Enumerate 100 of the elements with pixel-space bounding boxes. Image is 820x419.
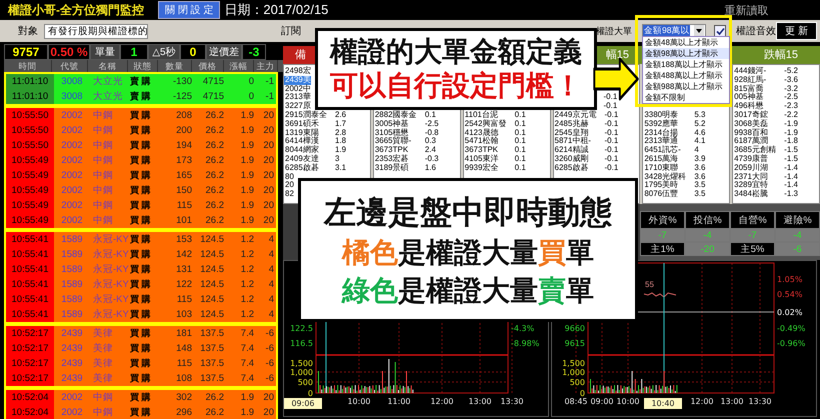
stock-list-item[interactable]: 3685元創精 -1.5 bbox=[733, 146, 798, 155]
stock-list-item[interactable]: 2882國泰金 0.1 bbox=[374, 111, 436, 120]
stock-list-item[interactable]: 1101台泥 0.1 bbox=[464, 111, 526, 120]
stock-list-item[interactable]: 496科懋 -2.3 bbox=[733, 102, 798, 111]
stock-list-item[interactable]: 8044網家 1.9 bbox=[284, 146, 346, 155]
change-cell-text: 1.9 bbox=[240, 184, 255, 198]
stock-list-item[interactable]: 3691碩禾 1.7 bbox=[284, 120, 346, 129]
order-row[interactable]: 10:52:17 2439 美律 買 購 108 137.5 7.4 -6 bbox=[6, 371, 276, 386]
order-row[interactable]: 10:55:41 1589 永冠-KY買 購 122 124.5 1.2 4 bbox=[6, 277, 276, 292]
stock-list-item[interactable]: 6187萬潤 -1.8 bbox=[733, 137, 798, 146]
amount-option[interactable]: 金額488萬以上才顯示 bbox=[643, 70, 729, 81]
order-row[interactable]: 10:55:41 1589 永冠-KY買 購 153 124.5 1.2 4 bbox=[6, 232, 276, 247]
stock-list-item[interactable]: 9939宏全 0.1 bbox=[464, 164, 526, 173]
order-row[interactable]: 10:55:41 1589 永冠-KY買 購 131 124.5 1.2 4 bbox=[6, 262, 276, 277]
stock-list-item[interactable]: 3380明泰 5.3 bbox=[643, 111, 706, 120]
order-row[interactable]: 10:52:17 2439 美律 買 購 115 137.5 7.4 -6 bbox=[6, 356, 276, 371]
target-select[interactable]: 有發行股期與權證標的 bbox=[44, 24, 148, 38]
amount-option[interactable]: 金額不限制 bbox=[643, 92, 729, 103]
stock-list-item[interactable]: 5392應華 5.2 bbox=[643, 120, 706, 129]
stock-list-item[interactable]: 2314台揚 4.6 bbox=[643, 128, 706, 138]
reload-label[interactable]: 重新讀取 bbox=[724, 2, 768, 18]
stock-list-item[interactable]: 6451訊芯- 4 bbox=[643, 146, 699, 155]
stock-list-item[interactable]: 5871中租- -0.1 bbox=[554, 137, 618, 146]
update-button[interactable]: 更 新 bbox=[776, 22, 817, 40]
stock-list-item[interactable]: 2545皇翔 -0.1 bbox=[554, 128, 618, 138]
volume-cell-text: 131 bbox=[175, 263, 193, 277]
order-row[interactable]: 10:55:49 2002 中鋼 買 購 165 26.2 1.9 20 bbox=[6, 168, 276, 183]
amount-option[interactable]: 金額98萬以上才顯示 bbox=[643, 48, 729, 59]
price-cell-text: 137.5 bbox=[199, 357, 225, 371]
sound-checkbox[interactable] bbox=[714, 25, 726, 37]
stock-list-item[interactable]: 2542興富發 0.1 bbox=[464, 120, 526, 129]
stock-list-item[interactable]: 5471松翰 0.1 bbox=[464, 137, 526, 146]
order-row[interactable]: 11:01:10 3008 大立光 賣 購 -130 4715 0 -1 bbox=[6, 74, 276, 89]
order-row[interactable]: 10:55:41 1589 永冠-KY買 購 103 124.5 1.2 4 bbox=[6, 307, 276, 322]
order-row[interactable]: 10:55:50 2002 中鋼 買 購 200 26.2 1.9 20 bbox=[6, 123, 276, 138]
stock-list-item[interactable]: 1795美時 3.5 bbox=[643, 181, 706, 190]
stock-list-item[interactable]: 3260威剛 -0.1 bbox=[554, 154, 618, 164]
order-row[interactable]: 10:52:17 2439 美律 買 購 148 137.5 7.4 -6 bbox=[6, 341, 276, 356]
stock-list-item[interactable]: 2485兆赫 -0.1 bbox=[554, 120, 618, 129]
stock-list-item[interactable]: 2615萬海 3.9 bbox=[643, 154, 706, 164]
stock-list-item[interactable]: 2313華通 4.1 bbox=[643, 137, 706, 146]
order-row[interactable]: 10:52:04 2002 中鋼 買 購 302 26.2 1.9 20 bbox=[6, 390, 276, 405]
stock-list-item[interactable]: 928紅馬- -3.6 bbox=[733, 76, 798, 85]
stock-list-item[interactable]: 80 bbox=[284, 172, 294, 182]
stock-list-item[interactable]: 2409友達 3 bbox=[284, 154, 340, 164]
main-cell-text: 4 bbox=[268, 233, 275, 247]
stock-list-item[interactable]: 9938百和 -1.9 bbox=[733, 128, 798, 138]
stock-list-item[interactable]: 2449京元電 -0.1 bbox=[554, 110, 618, 120]
amount-option[interactable]: 金額988萬以上才顯示 bbox=[643, 81, 729, 92]
stock-list-item[interactable]: 815富喬 -3.2 bbox=[733, 84, 798, 94]
stock-list-item[interactable]: 3105穩懋 -0.8 bbox=[374, 128, 439, 138]
stock-list-item[interactable]: 444錢河- -5.2 bbox=[733, 67, 798, 76]
stock-list-item[interactable]: 3189景碩 1.6 bbox=[374, 164, 436, 173]
stock-list-item[interactable]: 2059川湖 -1.4 bbox=[733, 164, 798, 173]
order-row[interactable]: 10:55:50 2002 中鋼 買 購 194 26.2 1.9 20 bbox=[6, 138, 276, 153]
stock-list-item[interactable]: 82 bbox=[284, 190, 294, 199]
order-row[interactable]: 10:52:04 2002 中鋼 買 購 296 26.2 1.9 20 bbox=[6, 405, 276, 419]
order-row[interactable]: 10:52:17 2439 美律 買 購 181 137.5 7.4 -6 bbox=[6, 326, 276, 341]
stock-list-item[interactable]: 6285啟碁 3.1 bbox=[284, 164, 346, 173]
stock-list-item[interactable]: 1710東聯 3.6 bbox=[643, 164, 706, 173]
stock-list-item[interactable]: 2439美 bbox=[284, 76, 311, 85]
amount-option[interactable]: 金額48萬以上才顯示 bbox=[643, 37, 729, 48]
stock-list-item[interactable]: -0.1 bbox=[602, 102, 618, 111]
stock-list-item[interactable]: 3665貿聯- 0.3 bbox=[374, 137, 436, 146]
order-row[interactable]: 10:55:49 2002 中鋼 買 購 173 26.2 1.9 20 bbox=[6, 153, 276, 168]
stock-list-item[interactable]: 2498宏 bbox=[284, 67, 311, 76]
stock-list-item[interactable]: 3227原 bbox=[284, 102, 311, 111]
order-row[interactable]: 10:55:41 1589 永冠-KY買 購 115 124.5 1.2 4 bbox=[6, 292, 276, 307]
stock-list-item[interactable]: 2915潤泰全 2.6 bbox=[284, 110, 346, 120]
order-row[interactable]: 10:55:50 2002 中鋼 買 購 208 26.2 1.9 20 bbox=[6, 108, 276, 123]
stock-list-item[interactable]: 2313華 bbox=[284, 93, 311, 102]
stock-list-item[interactable]: 6285啟碁 -0.1 bbox=[554, 164, 618, 173]
stock-list-item[interactable]: 3289宜特 -1.4 bbox=[733, 181, 798, 190]
stock-list-item[interactable]: 3005神基 -2.5 bbox=[374, 120, 439, 129]
order-row[interactable]: 10:55:49 2002 中鋼 買 購 150 26.2 1.9 20 bbox=[6, 183, 276, 198]
stock-list-item[interactable]: 2371大同 -1.4 bbox=[733, 172, 798, 182]
stock-list-item[interactable]: 2353宏碁 -0.3 bbox=[374, 154, 439, 164]
order-row[interactable]: 11:01:10 3008 大立光 賣 購 -125 4715 0 -1 bbox=[6, 89, 276, 104]
stock-list-item[interactable]: 3068美磊 -1.9 bbox=[733, 120, 798, 129]
stock-list-item[interactable]: -0.1 bbox=[602, 93, 618, 102]
stock-list-item[interactable]: 3484崧騰 -1.3 bbox=[733, 190, 798, 199]
stock-list-item[interactable]: 3673TPK 2.4 bbox=[374, 146, 436, 155]
stock-list-item[interactable]: 6414樺漢 1.8 bbox=[284, 137, 346, 146]
time-cell: 10:55:49 bbox=[6, 168, 54, 183]
stock-list-item[interactable]: 20 bbox=[284, 181, 294, 190]
stock-list-item[interactable]: 1319東陽 2.8 bbox=[284, 128, 346, 138]
stock-list-item[interactable]: 005神基 -2.5 bbox=[733, 93, 798, 102]
order-row[interactable]: 10:55:49 2002 中鋼 買 購 101 26.2 1.9 20 bbox=[6, 213, 276, 228]
stock-list-item[interactable]: 3428光燿科 3.6 bbox=[643, 172, 706, 182]
stock-list-item[interactable]: 4739康普 -1.5 bbox=[733, 154, 798, 164]
order-row[interactable]: 10:55:41 1589 永冠-KY買 購 142 124.5 1.2 4 bbox=[6, 247, 276, 262]
stock-list-item[interactable]: 3017奇鋐 -2.2 bbox=[733, 110, 798, 120]
close-settings-button[interactable]: 關 閉 設 定 bbox=[158, 1, 220, 19]
stock-list-item[interactable]: 4105東洋 0.1 bbox=[464, 154, 526, 164]
stock-list-item[interactable]: 2002中 bbox=[284, 84, 311, 94]
stock-list-item[interactable]: 3673TPK 0.1 bbox=[464, 146, 526, 155]
stock-list-item[interactable]: 4123晟德 0.1 bbox=[464, 128, 526, 138]
stock-list-item[interactable]: 8076伍豐 3.5 bbox=[643, 190, 706, 199]
stock-list-item[interactable]: 6214精誠 -0.1 bbox=[554, 146, 618, 155]
order-row[interactable]: 10:55:49 2002 中鋼 買 購 115 26.2 1.9 20 bbox=[6, 198, 276, 213]
